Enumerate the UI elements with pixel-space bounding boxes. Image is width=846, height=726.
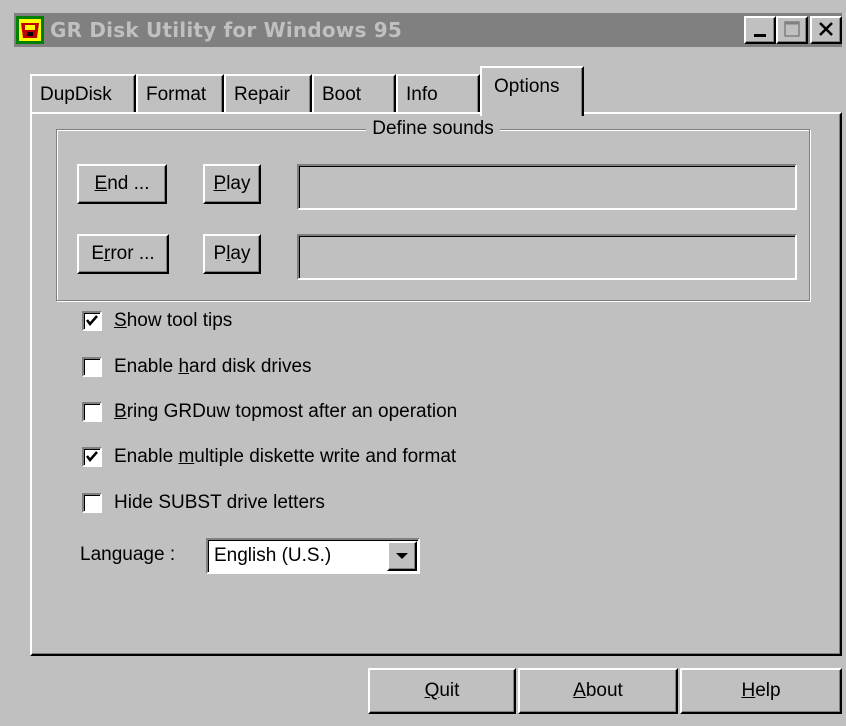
- checkmark-icon: [86, 315, 98, 326]
- tab-label: Format: [146, 84, 207, 105]
- app-window: GR Disk Utility for Windows 95 DupDisk F…: [0, 0, 846, 726]
- option-label: Bring GRDuw topmost after an operation: [114, 401, 458, 422]
- about-button[interactable]: About: [518, 668, 678, 714]
- option-bring-topmost[interactable]: Bring GRDuw topmost after an operation: [82, 399, 457, 425]
- button-label: About: [573, 680, 623, 701]
- language-label: Language :: [80, 544, 176, 565]
- define-sounds-group: Define sounds End ... Play Error ... Pla…: [56, 118, 810, 301]
- window-title: GR Disk Utility for Windows 95: [50, 18, 402, 42]
- option-label: Enable hard disk drives: [114, 356, 312, 377]
- tab-options[interactable]: Options: [480, 66, 584, 116]
- checkbox[interactable]: [82, 357, 102, 377]
- button-label: Help: [741, 680, 781, 701]
- tab-label: Options: [494, 76, 560, 97]
- chevron-down-icon: [396, 553, 408, 559]
- tab-label: Repair: [234, 84, 290, 105]
- checkbox[interactable]: [82, 311, 102, 331]
- close-button[interactable]: [810, 16, 842, 44]
- tab-label: DupDisk: [40, 84, 112, 105]
- minimize-button[interactable]: [744, 16, 776, 44]
- button-label: End ...: [94, 173, 150, 194]
- button-label: Quit: [424, 680, 460, 701]
- end-sound-button[interactable]: End ...: [77, 164, 167, 204]
- option-label: Enable multiple diskette write and forma…: [114, 446, 457, 467]
- group-title: Define sounds: [366, 118, 500, 139]
- option-label: Hide SUBST drive letters: [114, 492, 325, 513]
- title-bar[interactable]: GR Disk Utility for Windows 95: [14, 13, 842, 47]
- options-panel: Define sounds End ... Play Error ... Pla…: [30, 112, 842, 656]
- tab-format[interactable]: Format: [136, 74, 224, 112]
- option-show-tool-tips[interactable]: Show tool tips: [82, 308, 232, 334]
- button-label: Error ...: [91, 243, 155, 264]
- gr-disk-utility-icon[interactable]: [16, 16, 44, 44]
- error-sound-path-field[interactable]: [297, 234, 797, 280]
- title-bar-buttons: [744, 16, 842, 44]
- checkbox[interactable]: [82, 493, 102, 513]
- language-value: English (U.S.): [214, 545, 332, 566]
- option-enable-hard-disk-drives[interactable]: Enable hard disk drives: [82, 354, 312, 380]
- maximize-button[interactable]: [776, 16, 808, 44]
- checkbox[interactable]: [82, 402, 102, 422]
- option-multiple-diskette[interactable]: Enable multiple diskette write and forma…: [82, 444, 456, 470]
- end-sound-play-button[interactable]: Play: [203, 164, 261, 204]
- tab-boot[interactable]: Boot: [312, 74, 396, 112]
- tab-repair[interactable]: Repair: [224, 74, 312, 112]
- quit-button[interactable]: Quit: [368, 668, 516, 714]
- checkmark-icon: [86, 451, 98, 462]
- error-sound-play-button[interactable]: Play: [203, 234, 261, 274]
- button-label: Play: [213, 243, 251, 264]
- dropdown-button[interactable]: [387, 541, 417, 571]
- tab-dupdisk[interactable]: DupDisk: [30, 74, 136, 112]
- option-label: Show tool tips: [114, 310, 233, 331]
- help-button[interactable]: Help: [680, 668, 842, 714]
- tab-label: Boot: [322, 84, 362, 105]
- tab-label: Info: [406, 84, 438, 105]
- option-hide-subst[interactable]: Hide SUBST drive letters: [82, 490, 325, 516]
- checkbox[interactable]: [82, 447, 102, 467]
- maximize-icon: [784, 21, 800, 37]
- language-select[interactable]: English (U.S.): [206, 538, 420, 574]
- error-sound-button[interactable]: Error ...: [77, 234, 169, 274]
- end-sound-path-field[interactable]: [297, 164, 797, 210]
- tab-info[interactable]: Info: [396, 74, 480, 112]
- button-label: Play: [213, 173, 251, 194]
- minimize-icon: [754, 34, 766, 37]
- close-icon: [819, 22, 833, 36]
